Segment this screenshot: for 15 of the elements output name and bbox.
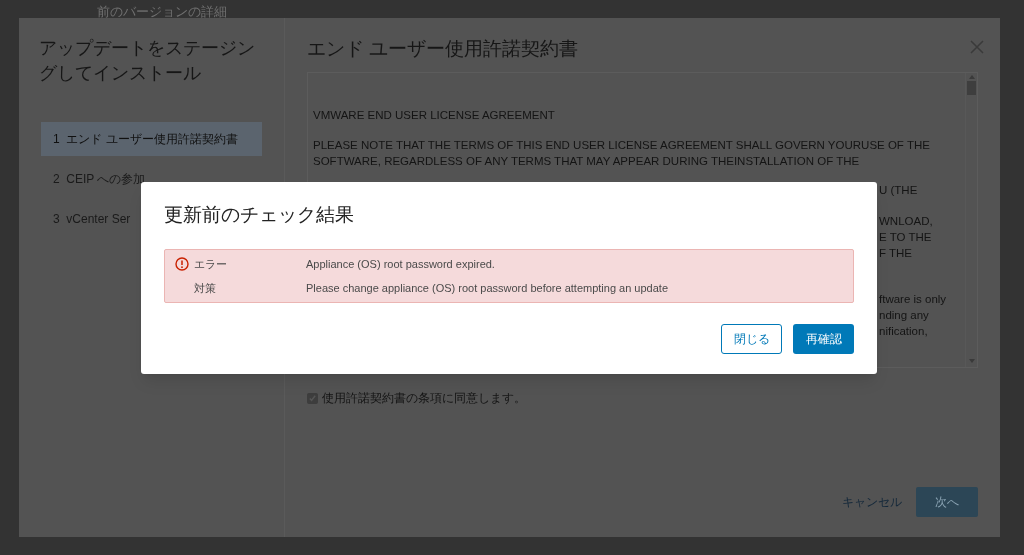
wizard-title: アップデートをステージングしてインストール bbox=[38, 37, 256, 85]
license-text: F THE bbox=[879, 246, 912, 261]
page-title: エンド ユーザー使用許諾契約書 bbox=[307, 37, 579, 61]
license-text: U (THE bbox=[879, 183, 918, 198]
license-text: nding any bbox=[879, 308, 929, 323]
license-text: WNLOAD, bbox=[879, 214, 933, 229]
license-text: E TO THE bbox=[879, 230, 932, 245]
license-paragraph: PLEASE NOTE THAT THE TERMS OF THIS END USER LICENSE AGREEMENT SHALL GOVERN YOURUSE OF THE SOFTWARE, REGARDLESS OF ANY TERMS THAT MAY APPEAR DURING THEINSTALLATION OF THE bbox=[313, 138, 931, 169]
alert-message: Appliance (OS) root password expired. bbox=[306, 257, 495, 272]
license-text: nification, bbox=[879, 324, 928, 339]
license-paragraph: VMWARE END USER LICENSE AGREEMENT bbox=[313, 108, 556, 123]
alert-label: 対策 bbox=[194, 281, 216, 294]
alert-label: エラー bbox=[194, 258, 227, 270]
alert-message: Please change appliance (OS) root password before attempting an update bbox=[306, 280, 668, 296]
dialog-title: 更新前のチェック結果 bbox=[164, 203, 355, 227]
